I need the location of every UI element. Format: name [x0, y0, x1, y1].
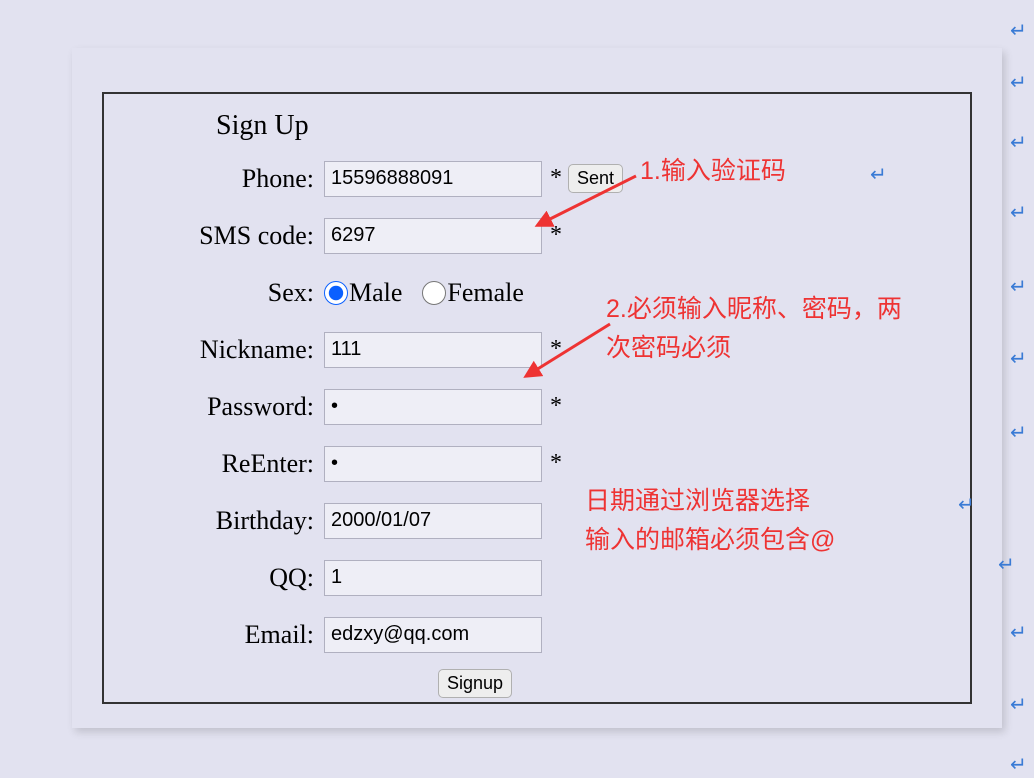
- password-required: *: [550, 393, 562, 420]
- return-mark-icon: ↵: [1010, 692, 1027, 717]
- smscode-label: SMS code:: [128, 221, 324, 251]
- row-password: Password: *: [128, 378, 946, 435]
- sex-male-label: Male: [349, 278, 402, 308]
- return-mark-icon: ↵: [1010, 752, 1027, 777]
- phone-label: Phone:: [128, 164, 324, 194]
- row-smscode: SMS code: *: [128, 207, 946, 264]
- return-mark-icon: ↵: [1010, 274, 1027, 299]
- qq-input[interactable]: [324, 560, 542, 596]
- birthday-label: Birthday:: [128, 506, 324, 536]
- row-email: Email:: [128, 606, 946, 663]
- signup-form: Sign Up Phone: * Sent SMS code: * Sex: M…: [102, 92, 972, 704]
- email-label: Email:: [128, 620, 324, 650]
- arrow-2-icon: [530, 320, 615, 380]
- annotation-3-line2: 输入的邮箱必须包含@: [585, 526, 835, 554]
- return-mark-icon: ↵: [1010, 70, 1027, 95]
- return-mark-icon: ↵: [998, 552, 1015, 577]
- reenter-input[interactable]: [324, 446, 542, 482]
- return-mark-icon: ↵: [1010, 620, 1027, 645]
- return-mark-icon: ↵: [1010, 130, 1027, 155]
- annotation-1: 1.输入验证码: [640, 152, 786, 191]
- password-label: Password:: [128, 392, 324, 422]
- row-submit: Signup: [128, 669, 946, 698]
- nickname-label: Nickname:: [128, 335, 324, 365]
- annotation-2: 2.必须输入昵称、密码，两次密码必须: [606, 290, 906, 368]
- birthday-input[interactable]: [324, 503, 542, 539]
- smscode-input[interactable]: [324, 218, 542, 254]
- row-phone: Phone: * Sent: [128, 150, 946, 207]
- return-mark-icon: ↵: [1010, 346, 1027, 371]
- reenter-label: ReEnter:: [128, 449, 324, 479]
- qq-label: QQ:: [128, 563, 324, 593]
- return-mark-icon: ↵: [1010, 18, 1027, 43]
- sex-female-radio[interactable]: [422, 281, 446, 305]
- email-input[interactable]: [324, 617, 542, 653]
- sex-male-option[interactable]: Male: [324, 278, 402, 308]
- sex-label: Sex:: [128, 278, 324, 308]
- return-mark-icon: ↵: [1010, 200, 1027, 225]
- return-mark-icon: ↵: [958, 492, 975, 517]
- sex-female-label: Female: [447, 278, 524, 308]
- sex-female-option[interactable]: Female: [422, 278, 524, 308]
- arrow-1-icon: [540, 170, 640, 230]
- return-mark-icon: ↵: [1010, 420, 1027, 445]
- phone-input[interactable]: [324, 161, 542, 197]
- nickname-input[interactable]: [324, 332, 542, 368]
- annotation-3-line1: 日期通过浏览器选择: [585, 487, 810, 515]
- signup-button[interactable]: Signup: [438, 669, 512, 698]
- return-mark-icon: ↵: [870, 162, 887, 187]
- form-legend: Sign Up: [128, 106, 946, 150]
- reenter-required: *: [550, 450, 562, 477]
- annotation-3: 日期通过浏览器选择 输入的邮箱必须包含@: [585, 482, 925, 560]
- form-panel: Sign Up Phone: * Sent SMS code: * Sex: M…: [72, 48, 1002, 728]
- password-input[interactable]: [324, 389, 542, 425]
- sex-male-radio[interactable]: [324, 281, 348, 305]
